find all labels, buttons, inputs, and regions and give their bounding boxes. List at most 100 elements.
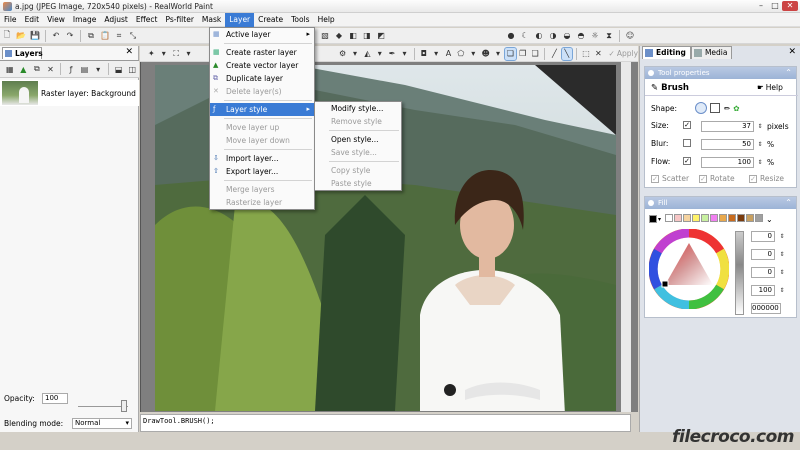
delete-layer-icon[interactable]: ✕	[45, 63, 57, 75]
transform-icon[interactable]: ⛶	[171, 48, 181, 60]
clone-icon[interactable]: ⧗	[603, 30, 615, 42]
layer-item-background[interactable]: Raster layer: Background	[0, 80, 139, 106]
menu-item-open-style[interactable]: Open style...	[315, 133, 401, 146]
help-button[interactable]: ☛ Help	[757, 83, 783, 92]
minimize-button[interactable]: –	[754, 1, 768, 11]
flow-checkbox[interactable]: ✓	[683, 157, 691, 165]
script-console[interactable]: DrawTool.BRUSH();	[140, 414, 631, 432]
fill-header[interactable]: Fill ⌃	[645, 197, 796, 209]
eraser-icon[interactable]: ◘	[419, 48, 429, 60]
effect-icon[interactable]: ◆	[333, 30, 345, 42]
menu-layer[interactable]: Layer	[225, 12, 255, 27]
tab-media[interactable]: Media	[690, 46, 733, 59]
dropdown-icon[interactable]: ▾	[468, 48, 478, 60]
opacity-input[interactable]: 100	[42, 392, 68, 404]
resize-option[interactable]: ✓ Resize	[749, 174, 784, 183]
moon-icon[interactable]: ☾	[519, 30, 531, 42]
channel-value-2[interactable]: 0	[751, 249, 775, 260]
custom-shape-icon[interactable]: ✿	[733, 104, 739, 113]
color-swatch[interactable]	[737, 214, 746, 222]
spinner-icon[interactable]: ⇕	[778, 267, 786, 278]
menu-item-import-layer[interactable]: ⇩ Import layer...	[210, 152, 314, 165]
eyedropper-icon[interactable]: ✒	[387, 48, 397, 60]
layer-style-icon[interactable]: ❏	[504, 46, 517, 61]
image-icon[interactable]: ▧	[319, 30, 331, 42]
channel-value-3[interactable]: 0	[751, 267, 775, 278]
size-input[interactable]: 37	[701, 121, 754, 132]
opacity-slider-handle[interactable]	[121, 400, 127, 412]
line-icon[interactable]: ╱	[549, 48, 559, 60]
fill-icon[interactable]: ◨	[361, 30, 373, 42]
undo-icon[interactable]: ↶	[50, 30, 62, 42]
collapse-icon[interactable]: ⌃	[785, 67, 792, 79]
round-shape-icon[interactable]	[695, 102, 707, 114]
dropdown-icon[interactable]: ▾	[159, 48, 169, 60]
channel-icon[interactable]: ◧	[347, 30, 359, 42]
spinner-icon[interactable]: ⇕	[778, 249, 786, 260]
layer-properties-icon[interactable]: ▤	[79, 63, 91, 75]
copy-icon[interactable]: ⧉	[85, 30, 97, 42]
color-swatch[interactable]	[665, 214, 674, 222]
alpha-value[interactable]: 100	[751, 285, 775, 296]
new-vector-layer-icon[interactable]: ▲	[18, 63, 30, 75]
menu-view[interactable]: View	[43, 13, 69, 27]
shape-icon[interactable]: ⬠	[456, 48, 466, 60]
person-icon[interactable]: ☻	[480, 48, 490, 60]
menu-item-create-raster-layer[interactable]: ▦ Create raster layer	[210, 46, 314, 59]
blur-checkbox[interactable]	[683, 139, 691, 147]
maximize-button[interactable]: □	[768, 1, 782, 11]
menu-adjust[interactable]: Adjust	[100, 13, 131, 27]
layer-style-3-icon[interactable]: ❑	[530, 48, 540, 60]
wand-icon[interactable]: ✦	[146, 48, 156, 60]
merge-layers-icon[interactable]: ⬓	[113, 63, 125, 75]
dropdown-icon[interactable]: ▾	[183, 48, 193, 60]
color-swatch[interactable]	[746, 214, 755, 222]
layer-mask-icon[interactable]: ◫	[126, 63, 138, 75]
color-icon[interactable]: ◑	[547, 30, 559, 42]
wheel-icon[interactable]: ◓	[575, 30, 587, 42]
new-file-icon[interactable]: 🗋	[1, 30, 13, 42]
color-swatch[interactable]	[683, 214, 692, 222]
color-swatch[interactable]	[692, 214, 701, 222]
menu-file[interactable]: File	[0, 13, 21, 27]
duplicate-layer-icon[interactable]: ⧉	[31, 63, 43, 75]
resize-icon[interactable]: ⤡	[127, 30, 139, 42]
chevron-down-icon[interactable]: ▾	[658, 216, 661, 223]
flow-spinner-icon[interactable]: ⇕	[756, 157, 764, 168]
menu-ps-filter[interactable]: Ps-filter	[161, 13, 197, 27]
menu-item-modify-style[interactable]: Modify style...	[315, 102, 401, 115]
redo-icon[interactable]: ↷	[64, 30, 76, 42]
blur-spinner-icon[interactable]: ⇕	[756, 139, 764, 150]
layer-style-icon[interactable]: ƒ	[65, 63, 77, 75]
color-wheel[interactable]	[649, 229, 729, 309]
spinner-icon[interactable]: ⇕	[778, 231, 786, 242]
dropdown-icon[interactable]: ▾	[431, 48, 441, 60]
layers-panel-close-icon[interactable]: ✕	[125, 47, 133, 57]
menu-item-create-vector-layer[interactable]: ▲ Create vector layer	[210, 59, 314, 72]
save-icon[interactable]: 💾	[29, 30, 41, 42]
brush-icon[interactable]: ╲	[560, 46, 573, 61]
spinner-icon[interactable]: ⇕	[778, 285, 786, 296]
menu-mask[interactable]: Mask	[198, 13, 225, 27]
dropdown-icon[interactable]: ▾	[493, 48, 503, 60]
scatter-option[interactable]: ✓ Scatter	[651, 174, 689, 183]
menu-item-active-layer[interactable]: ▦ Active layer ▸	[210, 28, 314, 41]
apply-button[interactable]: ✓ Apply	[609, 49, 638, 58]
dropdown-icon[interactable]: ▾	[350, 48, 360, 60]
size-checkbox[interactable]: ✓	[683, 121, 691, 129]
new-raster-layer-icon[interactable]: ▦	[4, 63, 16, 75]
mask-icon[interactable]: ◩	[375, 30, 387, 42]
channel-value-1[interactable]: 0	[751, 231, 775, 242]
sphere-icon[interactable]: ●	[505, 30, 517, 42]
tab-layers[interactable]: Layers	[2, 47, 43, 59]
stamp-icon[interactable]: ⚙	[337, 48, 347, 60]
user-icon[interactable]: ☺	[624, 30, 636, 42]
menu-item-duplicate-layer[interactable]: ⧉ Duplicate layer	[210, 72, 314, 85]
layer-style-2-icon[interactable]: ❐	[518, 48, 528, 60]
square-shape-icon[interactable]	[710, 103, 720, 113]
tool-properties-header[interactable]: Tool properties ⌃	[645, 67, 796, 79]
marquee-icon[interactable]: ⬚	[581, 48, 591, 60]
dropdown-icon[interactable]: ▾	[399, 48, 409, 60]
menu-effect[interactable]: Effect	[132, 13, 162, 27]
editing-panel-close-icon[interactable]: ✕	[788, 47, 796, 57]
